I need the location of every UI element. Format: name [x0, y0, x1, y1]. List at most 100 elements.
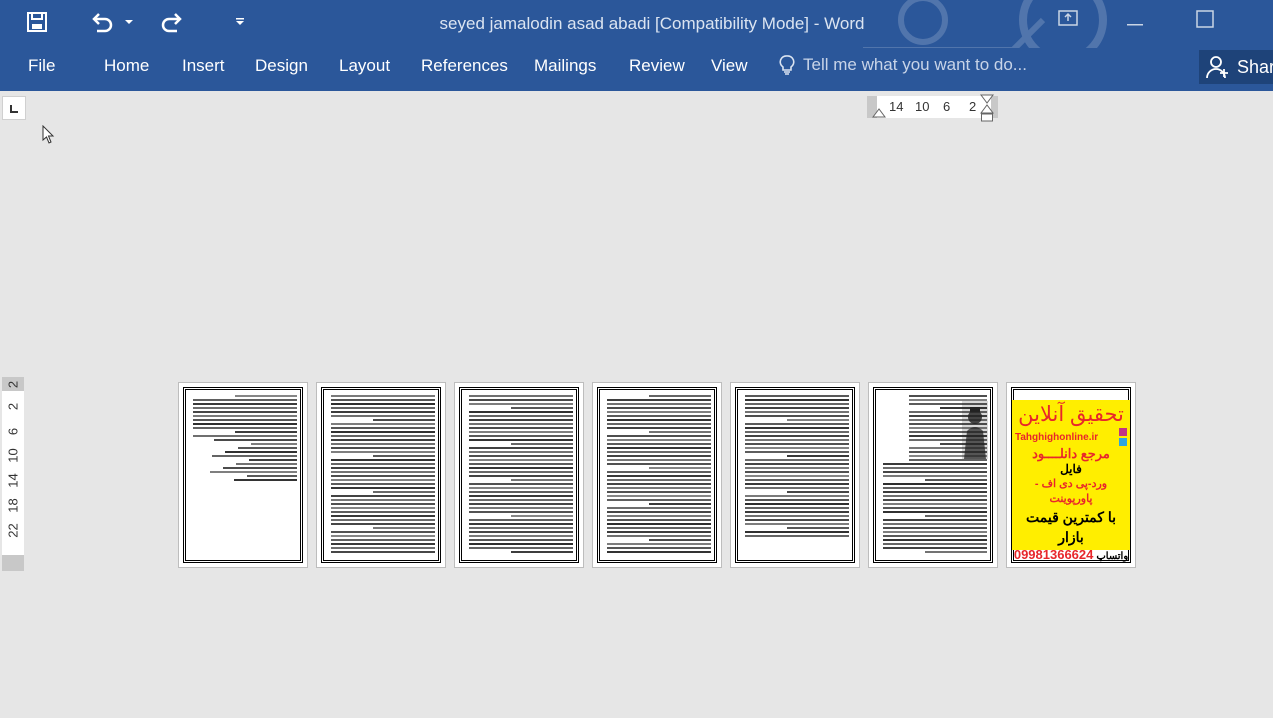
text-line: [193, 419, 297, 421]
minimize-button[interactable]: [1126, 14, 1144, 35]
document-page[interactable]: [730, 382, 860, 568]
text-line: [883, 487, 987, 489]
ad-website: Tahghighonline.ir: [1015, 431, 1099, 443]
text-line: [745, 519, 849, 521]
text-line: [193, 407, 297, 409]
minimize-icon: [1127, 24, 1143, 26]
text-line: [331, 499, 435, 501]
document-page[interactable]: [316, 382, 446, 568]
maximize-button[interactable]: [1196, 10, 1214, 33]
tab-file[interactable]: File: [28, 56, 55, 76]
text-line: [607, 419, 711, 421]
document-page[interactable]: تحقیق آنلاین Tahghighonline.ir مرجع دانل…: [1006, 382, 1136, 568]
text-line: [469, 399, 573, 401]
document-page[interactable]: [454, 382, 584, 568]
text-line: [469, 535, 573, 537]
tab-mailings[interactable]: Mailings: [534, 56, 596, 76]
ribbon-display-options-button[interactable]: [1058, 10, 1078, 31]
telegram-icon: [1119, 438, 1127, 446]
text-line: [331, 439, 435, 441]
text-line: [469, 423, 573, 425]
text-line: [372, 491, 435, 493]
text-line: [909, 411, 987, 413]
text-line: [331, 467, 435, 469]
text-line: [469, 471, 573, 473]
text-line: [909, 423, 987, 425]
text-line: [883, 523, 987, 525]
text-line: [607, 439, 711, 441]
text-line: [331, 523, 435, 525]
ruler-tick-label: 2: [969, 99, 977, 114]
text-line: [786, 527, 849, 529]
tab-references[interactable]: References: [421, 56, 508, 76]
tab-review[interactable]: Review: [629, 56, 685, 76]
share-button[interactable]: Shar: [1199, 50, 1273, 84]
tab-layout[interactable]: Layout: [339, 56, 390, 76]
text-line: [909, 451, 987, 453]
ruler-tick-label: 6: [5, 427, 21, 436]
text-line: [331, 479, 435, 481]
text-line: [331, 415, 435, 417]
text-line: [607, 483, 711, 485]
ad-whatsapp: واتساپ: [1096, 551, 1129, 562]
text-line: [331, 503, 435, 505]
document-page[interactable]: [592, 382, 722, 568]
text-line: [883, 543, 987, 545]
text-line: [331, 459, 435, 461]
text-line: [331, 519, 435, 521]
text-line: [331, 431, 435, 433]
vertical-ruler[interactable]: 2 2 6 10 14 18 22: [2, 377, 24, 571]
text-line: [745, 399, 849, 401]
text-line: [331, 451, 435, 453]
horizontal-ruler[interactable]: 14 10 6 2: [867, 94, 998, 122]
text-line: [510, 479, 573, 481]
text-line: [745, 471, 849, 473]
text-line: [234, 479, 297, 481]
title-bar: seyed jamalodin asad abadi [Compatibilit…: [0, 0, 1273, 48]
tab-insert[interactable]: Insert: [182, 56, 225, 76]
text-line: [883, 499, 987, 501]
text-line: [745, 511, 849, 513]
text-line: [786, 491, 849, 493]
text-line: [331, 427, 435, 429]
text-line: [331, 487, 435, 489]
text-line: [607, 423, 711, 425]
text-line: [607, 523, 711, 525]
ruler-tick-label: 2: [5, 402, 21, 411]
advertisement-image: تحقیق آنلاین Tahghighonline.ir مرجع دانل…: [1012, 400, 1130, 562]
text-line: [745, 451, 849, 453]
text-line: [238, 447, 297, 449]
text-line: [469, 451, 573, 453]
text-line: [607, 531, 711, 533]
tab-view[interactable]: View: [711, 56, 748, 76]
text-line: [745, 459, 849, 461]
tab-stop-selector[interactable]: [2, 96, 26, 120]
text-line: [469, 539, 573, 541]
text-line: [607, 415, 711, 417]
mouse-cursor-icon: [42, 125, 55, 144]
tell-me-search[interactable]: Tell me what you want to do...: [778, 54, 1027, 76]
text-line: [607, 479, 711, 481]
text-line: [883, 535, 987, 537]
document-page[interactable]: [178, 382, 308, 568]
text-line: [331, 435, 435, 437]
text-line: [331, 395, 435, 397]
text-line: [372, 455, 435, 457]
text-line: [607, 455, 711, 457]
text-line: [786, 455, 849, 457]
text-line: [883, 511, 987, 513]
text-line: [883, 539, 987, 541]
tab-home[interactable]: Home: [104, 56, 149, 76]
text-line: [225, 451, 297, 453]
text-line: [469, 467, 573, 469]
text-line: [510, 515, 573, 517]
left-indent-marker[interactable]: [872, 106, 886, 118]
text-line: [745, 447, 849, 449]
text-line: [193, 423, 297, 425]
text-line: [745, 467, 849, 469]
right-indent-marker[interactable]: [980, 94, 994, 124]
document-page[interactable]: [868, 382, 998, 568]
tab-design[interactable]: Design: [255, 56, 308, 76]
text-line: [924, 479, 987, 481]
text-line: [607, 495, 711, 497]
